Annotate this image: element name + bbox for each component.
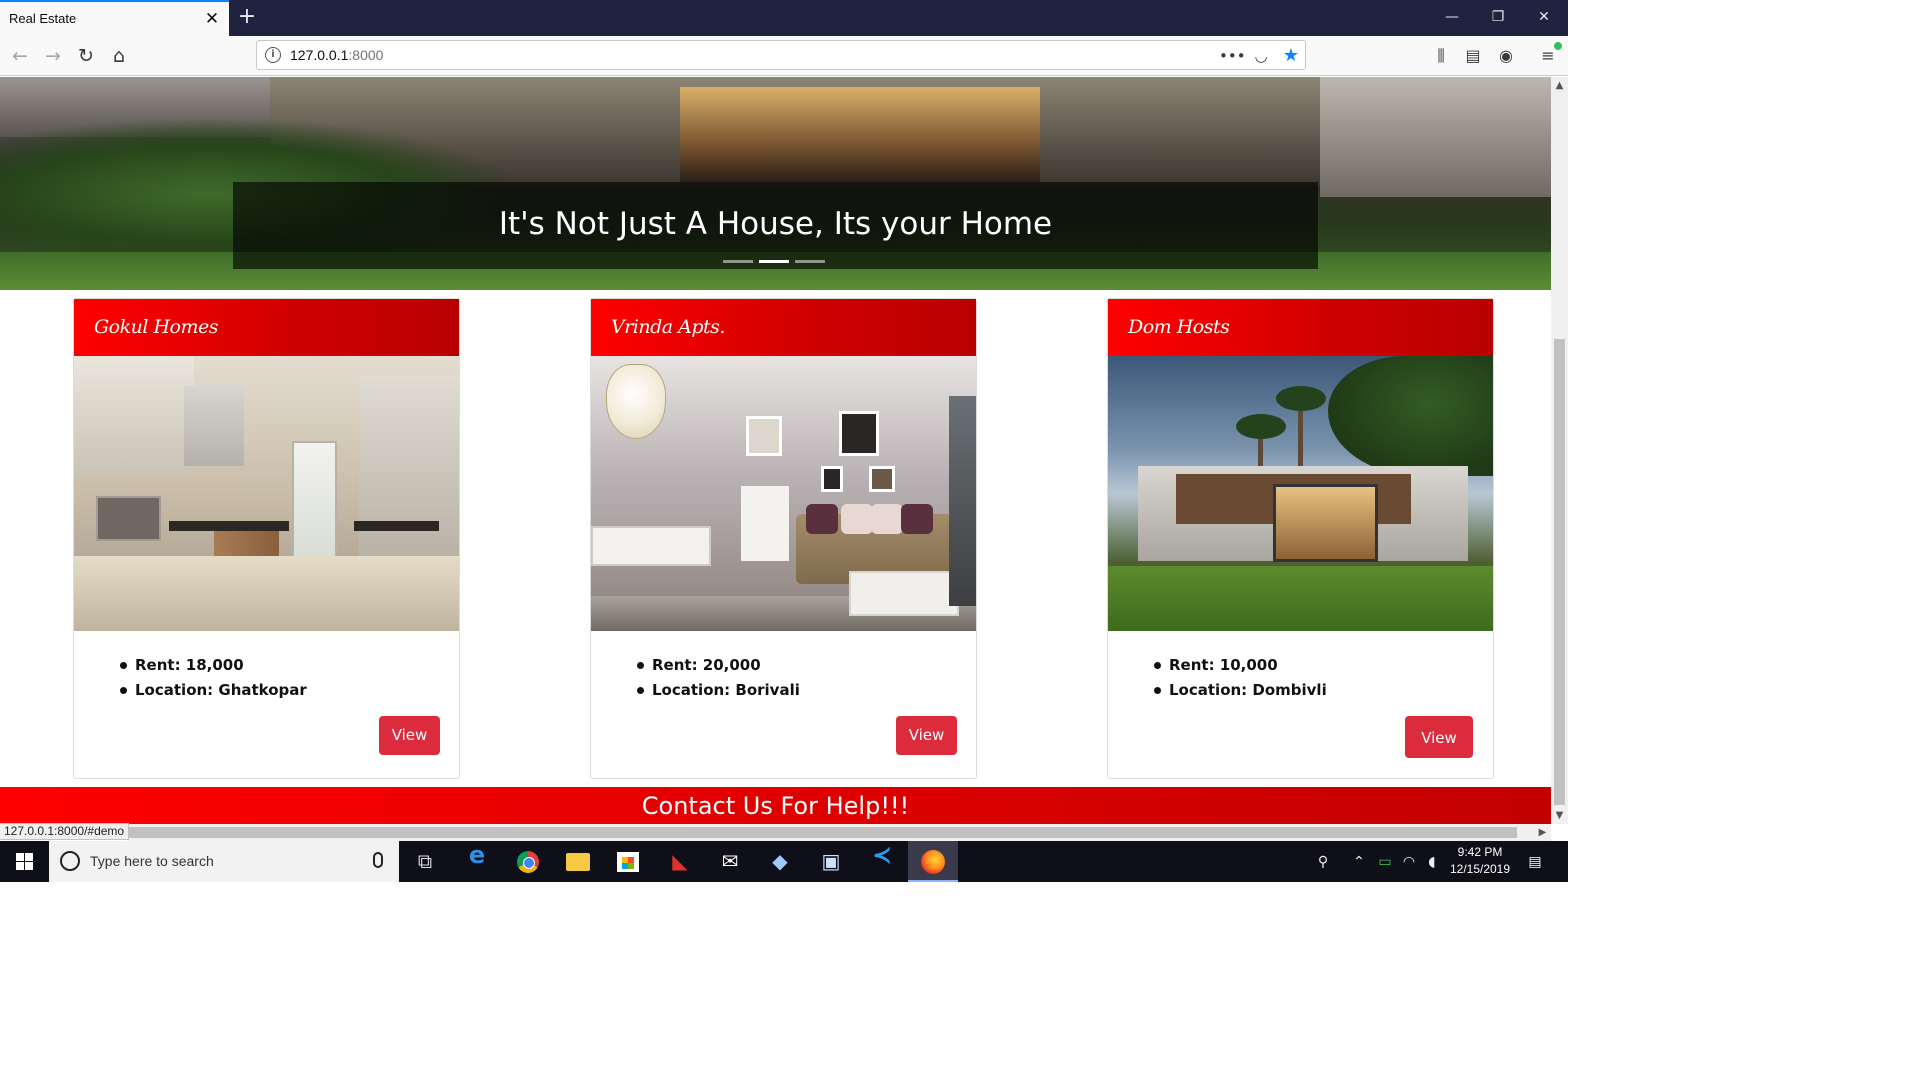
card-rent: Rent: 10,000 (1154, 655, 1327, 680)
chrome-icon[interactable] (503, 841, 553, 882)
cortana-icon (60, 851, 80, 871)
tab-close-icon[interactable]: ✕ (203, 10, 221, 28)
taskbar-search[interactable]: Type here to search (49, 841, 399, 882)
firefox-icon[interactable] (908, 841, 958, 882)
new-tab-icon[interactable]: + (236, 6, 258, 28)
carousel-caption: It's Not Just A House, Its your Home (233, 182, 1318, 269)
card-location: Location: Borivali (637, 680, 800, 705)
url-port: :8000 (348, 47, 384, 63)
scroll-right-icon[interactable]: ▶ (1534, 824, 1551, 841)
game-app-icon[interactable]: ◣ (655, 841, 705, 882)
card-header: Gokul Homes (74, 299, 459, 356)
vertical-scroll-thumb[interactable] (1554, 339, 1565, 805)
card-image-living-room (591, 356, 976, 631)
card-image-kitchen (74, 356, 459, 631)
card-title: Gokul Homes (94, 316, 219, 338)
remote-desktop-icon[interactable]: ▣ (806, 841, 856, 882)
tab-real-estate[interactable]: Real Estate ✕ (0, 0, 229, 36)
hero-glass-shape (680, 87, 1040, 182)
card-header: Dom Hosts (1108, 299, 1493, 356)
reload-icon[interactable]: ↻ (72, 42, 100, 70)
forward-icon[interactable]: → (39, 42, 67, 70)
clock-time: 9:42 PM (1457, 845, 1503, 859)
vscode-icon[interactable]: ≺ (857, 841, 907, 882)
menu-icon[interactable]: ≡ (1535, 41, 1563, 69)
people-icon[interactable]: ⚲ (1313, 852, 1333, 872)
home-icon[interactable]: ⌂ (105, 42, 133, 70)
vertical-scrollbar[interactable]: ▲ ▼ (1551, 77, 1568, 824)
horizontal-scrollbar[interactable]: ▶ (127, 824, 1551, 841)
contact-bar[interactable]: Contact Us For Help!!! (0, 787, 1551, 824)
scroll-up-icon[interactable]: ▲ (1551, 77, 1568, 94)
card-details: Rent: 20,000 Location: Borivali (637, 655, 800, 705)
card-image-villa (1108, 356, 1493, 631)
library-icon[interactable]: ⫼ (1428, 43, 1454, 69)
carousel-indicators (723, 260, 825, 264)
navigation-toolbar: ← → ↻ ⌂ i 127.0.0.1:8000 ••• ◡ ★ ⫼ ▤ ◉ ≡ (0, 36, 1568, 76)
account-icon[interactable]: ◉ (1493, 43, 1519, 69)
pocket-icon[interactable]: ◡ (1250, 45, 1272, 67)
windows-logo-icon (16, 853, 33, 870)
mail-icon[interactable]: ✉ (705, 841, 755, 882)
view-button[interactable]: View (1405, 716, 1473, 758)
view-button[interactable]: View (896, 716, 957, 755)
wifi-icon[interactable]: ◠ (1399, 852, 1419, 872)
update-badge-icon (1553, 41, 1563, 51)
battery-icon[interactable]: ▭ (1375, 852, 1395, 872)
card-details: Rent: 10,000 Location: Dombivli (1154, 655, 1327, 705)
card-title: Vrinda Apts. (611, 316, 725, 338)
carousel-indicator-2[interactable] (759, 260, 789, 263)
tab-title: Real Estate (9, 11, 77, 26)
property-card-gokul: Gokul Homes Rent: 18,000 Location: Ghatk… (73, 298, 460, 779)
property-card-dom: Dom Hosts Rent: 10,000 Location: Dombivl… (1107, 298, 1494, 779)
carousel-caption-text: It's Not Just A House, Its your Home (498, 206, 1053, 242)
microphone-icon[interactable] (373, 852, 383, 868)
url-text[interactable]: 127.0.0.1:8000 (290, 47, 383, 63)
edge-icon[interactable]: e (452, 841, 502, 882)
card-location: Location: Dombivli (1154, 680, 1327, 705)
url-host: 127.0.0.1 (290, 47, 349, 63)
carousel-indicator-3[interactable] (795, 260, 825, 263)
3d-viewer-icon[interactable]: ◆ (755, 841, 805, 882)
windows-taskbar: Type here to search ⧉ e ◣ ✉ ◆ ▣ ≺ ⚲ ⌃ ▭ … (0, 841, 1568, 882)
card-location: Location: Ghatkopar (120, 680, 307, 705)
volume-icon[interactable]: ◖ (1422, 852, 1442, 872)
view-button[interactable]: View (379, 716, 440, 755)
property-card-vrinda: Vrinda Apts. Rent: 20,000 Location: Bori… (590, 298, 977, 779)
taskbar-clock[interactable]: 9:42 PM 12/15/2019 (1440, 844, 1520, 878)
carousel-indicator-1[interactable] (723, 260, 753, 263)
search-placeholder: Type here to search (90, 853, 214, 869)
close-window-icon[interactable]: ✕ (1532, 6, 1556, 28)
card-details: Rent: 18,000 Location: Ghatkopar (120, 655, 307, 705)
store-icon[interactable] (603, 841, 653, 882)
show-hidden-icons-icon[interactable]: ⌃ (1349, 852, 1369, 872)
bookmark-star-icon[interactable]: ★ (1280, 45, 1302, 67)
status-link-preview: 127.0.0.1:8000/#demo (0, 823, 130, 840)
minimize-icon[interactable]: — (1440, 6, 1464, 28)
file-explorer-icon[interactable] (553, 841, 603, 882)
notifications-icon[interactable]: ▤ (1525, 852, 1545, 872)
page-actions-icon[interactable]: ••• (1219, 45, 1246, 67)
back-icon[interactable]: ← (6, 42, 34, 70)
url-bar[interactable]: i 127.0.0.1:8000 ••• ◡ ★ (256, 40, 1306, 70)
hero-carousel[interactable]: It's Not Just A House, Its your Home (0, 77, 1551, 290)
clock-date: 12/15/2019 (1449, 862, 1511, 876)
title-bar: Real Estate ✕ + — ❐ ✕ (0, 0, 1568, 36)
sidebar-icon[interactable]: ▤ (1460, 43, 1486, 69)
page-viewport: It's Not Just A House, Its your Home Gok… (0, 77, 1551, 824)
site-info-icon[interactable]: i (265, 47, 281, 63)
card-header: Vrinda Apts. (591, 299, 976, 356)
card-title: Dom Hosts (1128, 316, 1230, 338)
contact-text[interactable]: Contact Us For Help!!! (0, 792, 1551, 820)
restore-icon[interactable]: ❐ (1486, 6, 1510, 28)
start-button[interactable] (0, 841, 49, 882)
scroll-down-icon[interactable]: ▼ (1551, 807, 1568, 824)
card-rent: Rent: 20,000 (637, 655, 800, 680)
horizontal-scroll-thumb[interactable] (127, 827, 1517, 838)
task-view-icon[interactable]: ⧉ (400, 841, 450, 882)
card-rent: Rent: 18,000 (120, 655, 307, 680)
hero-wing-shape (1320, 77, 1551, 197)
